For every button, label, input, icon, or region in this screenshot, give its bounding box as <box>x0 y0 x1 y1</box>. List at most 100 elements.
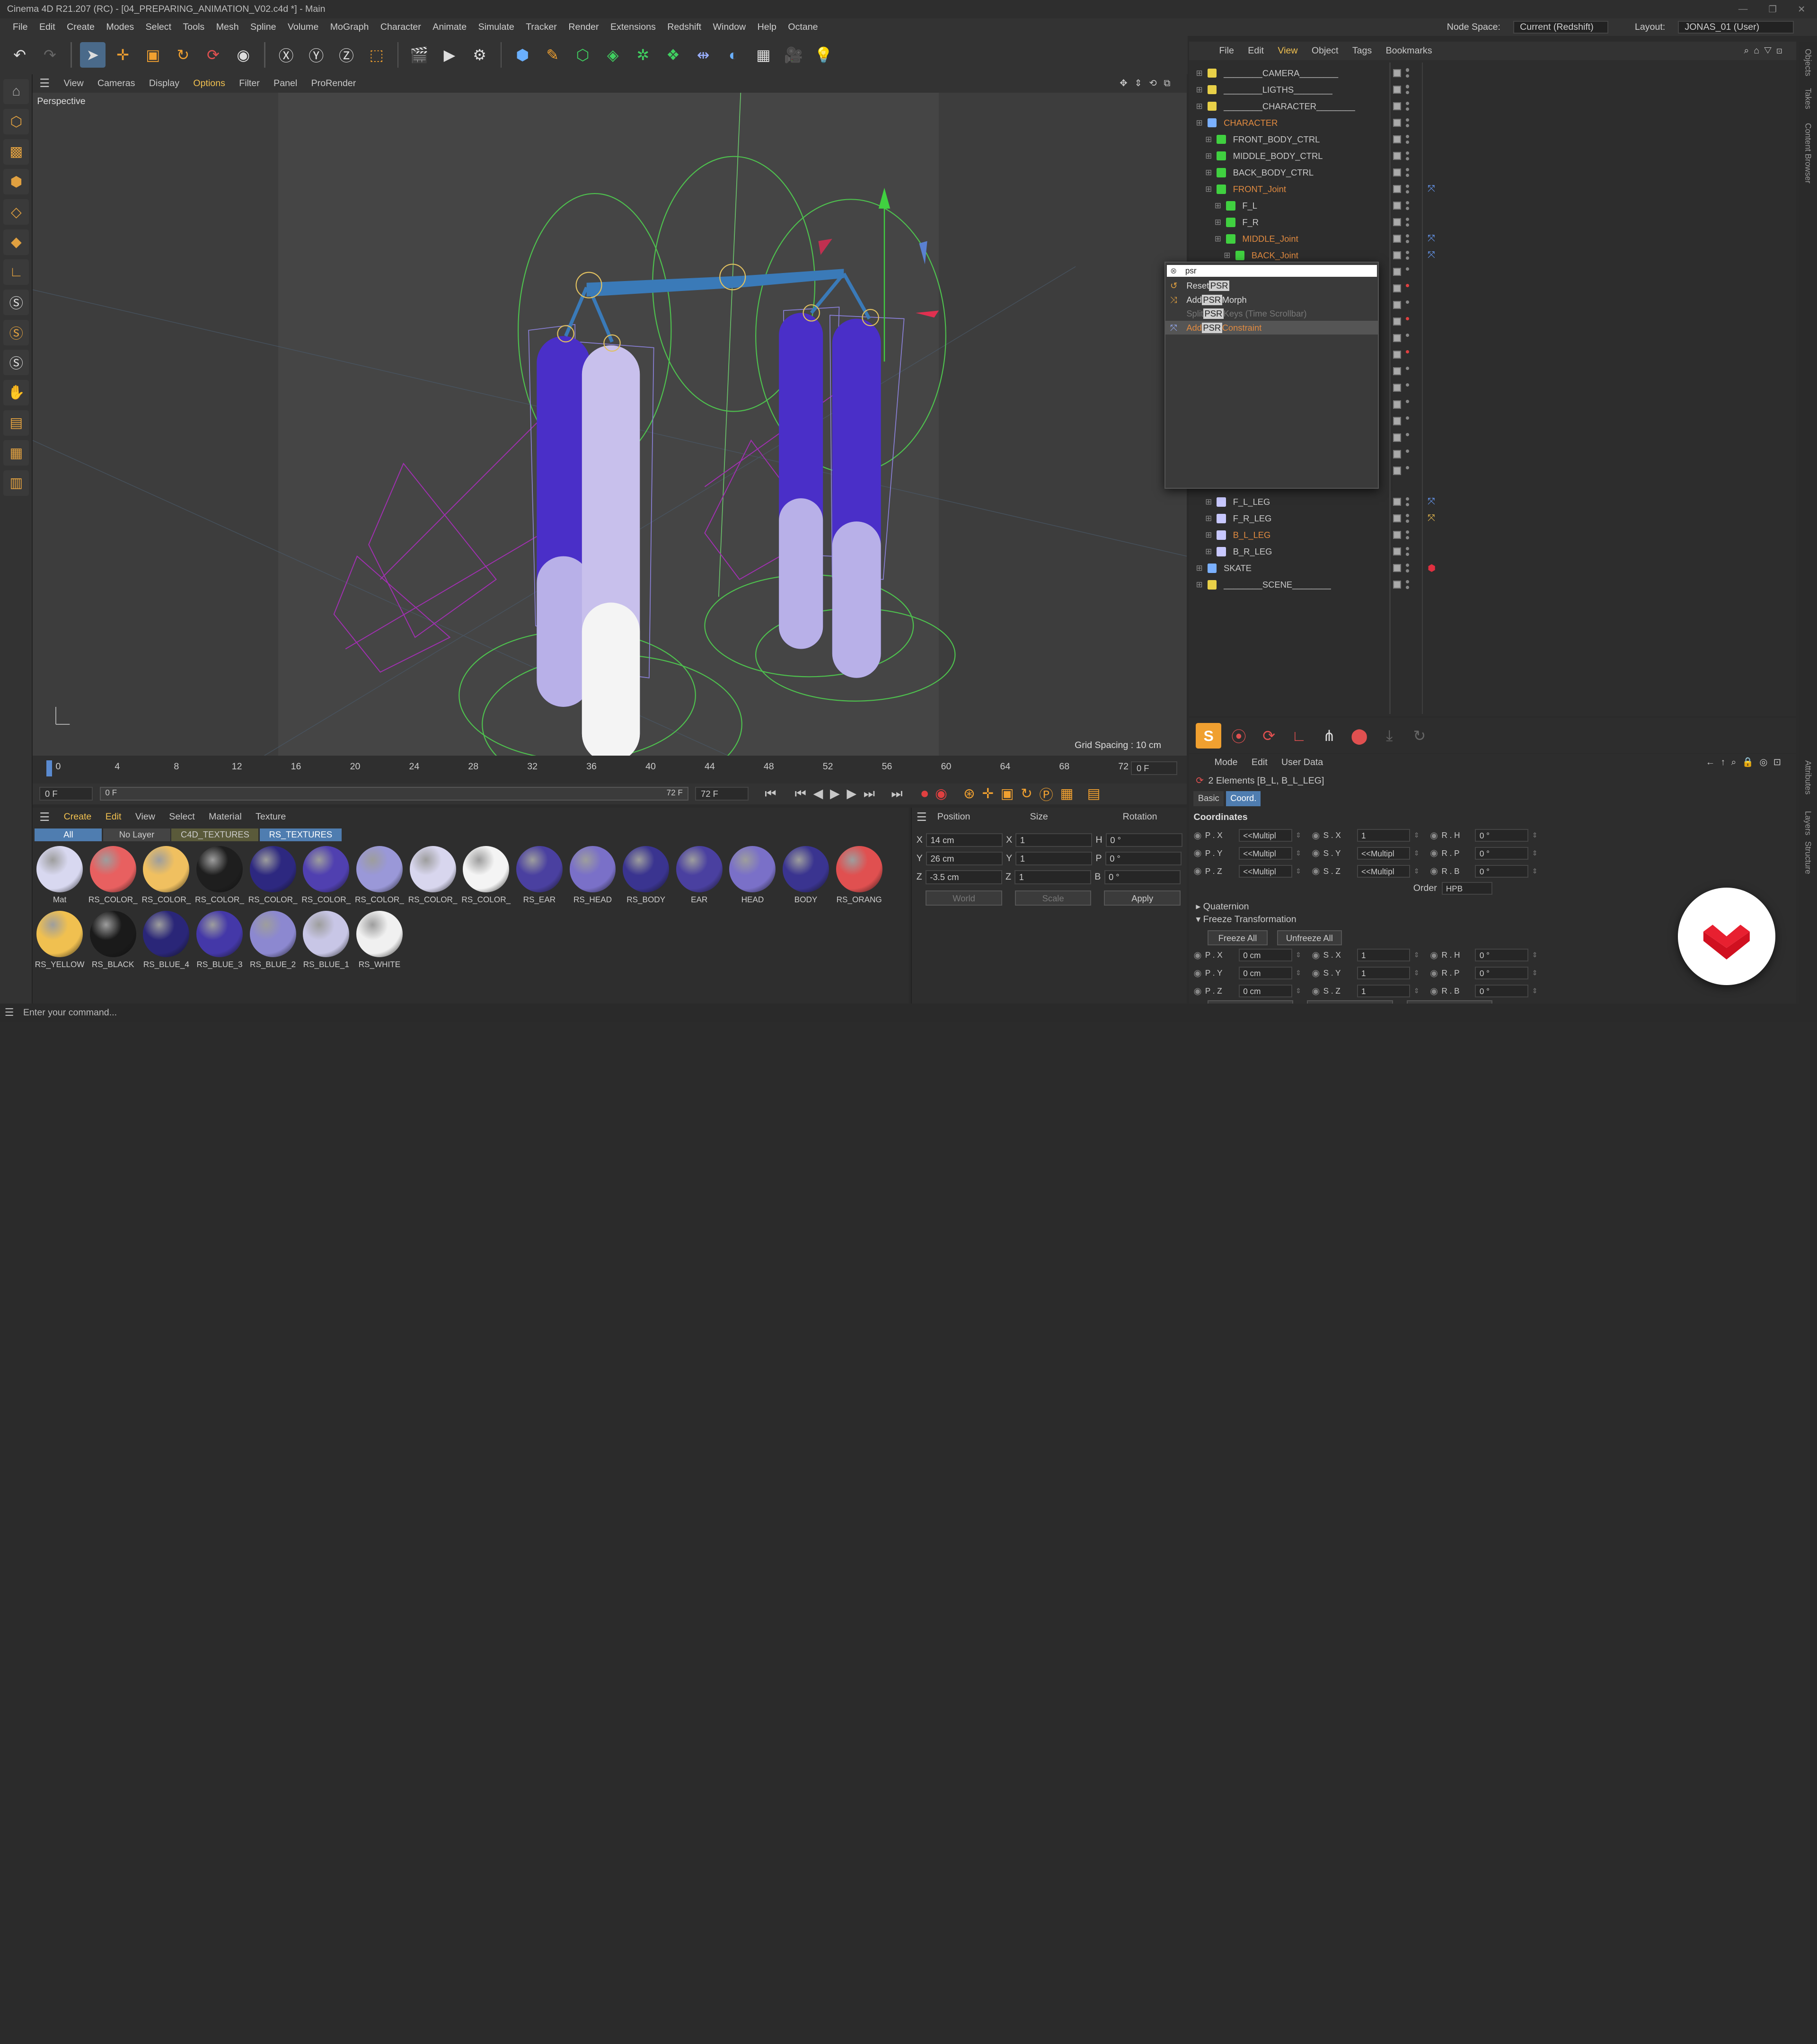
obj-menu-object[interactable]: Object <box>1312 45 1339 56</box>
maximize-icon[interactable]: ❐ <box>1769 4 1777 15</box>
side-tab-attributes[interactable]: Attributes <box>1803 760 1813 794</box>
material-swatch[interactable]: RS_COLOR_ <box>194 844 246 908</box>
magnet-icon[interactable]: ⦿ <box>1226 723 1252 749</box>
object-row[interactable]: ⊞ FRONT_BODY_CTRL <box>1189 131 1796 148</box>
playhead[interactable] <box>46 760 53 776</box>
ik-tool-icon[interactable]: ⤓ <box>1376 723 1402 749</box>
render-visibility-dot[interactable] <box>1405 107 1409 111</box>
object-row[interactable]: ⊞ FRONT_Joint ⤧ <box>1189 181 1796 197</box>
viewport[interactable]: Perspective Grid Spacing : 10 cm <box>32 92 1187 756</box>
animate-key-icon[interactable]: ◉ <box>1312 986 1320 997</box>
side-tab-takes[interactable]: Takes <box>1803 88 1813 109</box>
size-mode-dropdown[interactable]: Scale <box>1014 890 1092 906</box>
spinner-icon[interactable]: ⇕ <box>1414 987 1420 995</box>
editor-visibility-dot[interactable] <box>1405 317 1409 321</box>
render-visibility-dot[interactable] <box>1405 190 1409 194</box>
go-to-start-icon[interactable]: ⏮ <box>765 786 776 802</box>
constraint-tag-icon[interactable]: ⤧ <box>1428 496 1435 507</box>
polygons-mode-icon[interactable]: ◆ <box>3 229 29 255</box>
expand-icon[interactable]: ⊞ <box>1213 234 1223 244</box>
material-swatch[interactable]: RS_EAR <box>513 844 565 908</box>
z-axis-icon[interactable]: Ⓩ <box>334 42 359 68</box>
mat-menu-create[interactable]: Create <box>64 811 92 822</box>
mat-menu-select[interactable]: Select <box>169 811 194 822</box>
editor-visibility-dot[interactable] <box>1405 68 1409 72</box>
rotation-h-field[interactable]: 0 ° <box>1105 833 1182 847</box>
visibility-checkbox[interactable] <box>1393 334 1401 343</box>
menu-window[interactable]: Window <box>707 22 751 33</box>
render-settings-icon[interactable]: ⚙ <box>467 42 493 68</box>
visibility-checkbox[interactable] <box>1393 168 1401 177</box>
animate-key-icon[interactable]: ◉ <box>1430 968 1438 979</box>
material-swatch[interactable]: RS_COLOR_ <box>300 844 352 908</box>
material-swatch[interactable]: RS_BLUE_2 <box>247 908 299 973</box>
side-tab-layers[interactable]: Layers <box>1803 811 1813 835</box>
menu-animate[interactable]: Animate <box>427 22 472 33</box>
vp-menu-view[interactable]: View <box>64 78 84 89</box>
visibility-checkbox[interactable] <box>1393 135 1401 144</box>
spinner-icon[interactable]: ⇕ <box>1296 987 1301 995</box>
current-frame-field[interactable]: 0 F <box>1131 761 1178 775</box>
popup-item-reset-psr[interactable]: ↺ Reset PSR <box>1165 279 1378 293</box>
visibility-checkbox[interactable] <box>1393 498 1401 506</box>
render-visibility-dot[interactable] <box>1405 90 1409 95</box>
visibility-checkbox[interactable] <box>1393 301 1401 309</box>
visibility-checkbox[interactable] <box>1393 547 1401 556</box>
psr-icon[interactable]: ⟳ <box>1256 723 1282 749</box>
obj-menu-edit[interactable]: Edit <box>1248 45 1264 56</box>
floor-icon[interactable]: ▦ <box>750 42 776 68</box>
range-slider[interactable]: 0 F 72 F <box>99 786 688 801</box>
editor-visibility-dot[interactable] <box>1405 300 1409 304</box>
menu-spline[interactable]: Spline <box>245 22 282 33</box>
material-swatch[interactable]: RS_BLUE_4 <box>140 908 192 973</box>
coord-hamburger-icon[interactable]: ☰ <box>917 810 937 824</box>
menu-extensions[interactable]: Extensions <box>605 22 662 33</box>
visibility-checkbox[interactable] <box>1393 284 1401 293</box>
rotation-p-field[interactable]: 0 ° <box>1105 851 1182 866</box>
filter-all[interactable]: All <box>35 828 102 841</box>
filter-c4d-textures[interactable]: C4D_TEXTURES <box>171 828 259 841</box>
hamburger-icon[interactable]: ☰ <box>39 76 50 90</box>
visibility-checkbox[interactable] <box>1393 86 1401 94</box>
editor-visibility-dot[interactable] <box>1405 167 1409 171</box>
make-editable-icon[interactable]: ⌂ <box>3 79 29 105</box>
material-swatch[interactable]: RS_HEAD <box>566 844 618 908</box>
vp-menu-panel[interactable]: Panel <box>273 78 297 89</box>
axis-tool-icon[interactable]: ∟ <box>1286 723 1312 749</box>
previous-key-icon[interactable]: ⏮ <box>795 786 806 802</box>
render-view-icon[interactable]: 🎬 <box>406 42 432 68</box>
mograph-icon[interactable]: ✲ <box>630 42 656 68</box>
material-swatch[interactable]: Mat <box>34 844 86 908</box>
object-row[interactable]: ⊞ ________CHARACTER________ <box>1189 98 1796 115</box>
render-picture-viewer-icon[interactable]: ▶ <box>437 42 462 68</box>
attr-nav-icons[interactable]: ←↑⌕🔒◎⊡ <box>1706 757 1796 768</box>
end-frame-field[interactable]: 72 F <box>695 786 749 801</box>
render-visibility-dot[interactable] <box>1405 569 1409 573</box>
redo-icon[interactable]: ↷ <box>37 42 62 68</box>
spinner-icon[interactable]: ⇕ <box>1296 951 1301 959</box>
animate-key-icon[interactable]: ◉ <box>1312 847 1320 859</box>
command-line[interactable]: Enter your command... <box>23 1007 117 1018</box>
material-hamburger-icon[interactable]: ☰ <box>39 810 50 824</box>
render-visibility-dot[interactable] <box>1405 519 1409 523</box>
visibility-checkbox[interactable] <box>1393 433 1401 442</box>
material-swatch[interactable]: RS_COLOR_ <box>247 844 299 908</box>
menu-redshift[interactable]: Redshift <box>662 22 707 33</box>
obj-menu-view[interactable]: View <box>1278 45 1297 56</box>
editor-visibility-dot[interactable] <box>1405 466 1409 470</box>
workplane-icon[interactable]: ▤ <box>3 410 29 436</box>
mat-menu-edit[interactable]: Edit <box>106 811 122 822</box>
status-menu-icon[interactable]: ☰ <box>5 1006 14 1019</box>
visibility-checkbox[interactable] <box>1393 467 1401 475</box>
editor-visibility-dot[interactable] <box>1405 250 1409 254</box>
editor-visibility-dot[interactable] <box>1405 449 1409 453</box>
locked-workplane-icon[interactable]: ▥ <box>3 470 29 496</box>
next-key-icon[interactable]: ⏭ <box>864 786 875 802</box>
size-z-field[interactable]: 1 <box>1014 870 1091 884</box>
object-row[interactable]: ⊞ B_R_LEG <box>1189 543 1796 560</box>
generator-icon[interactable]: ◈ <box>600 42 626 68</box>
menu-modes[interactable]: Modes <box>100 22 140 33</box>
autokey-icon[interactable]: ◉ <box>935 785 947 802</box>
attr-field[interactable]: 0 ° <box>1475 949 1529 962</box>
editor-visibility-dot[interactable] <box>1405 366 1409 370</box>
